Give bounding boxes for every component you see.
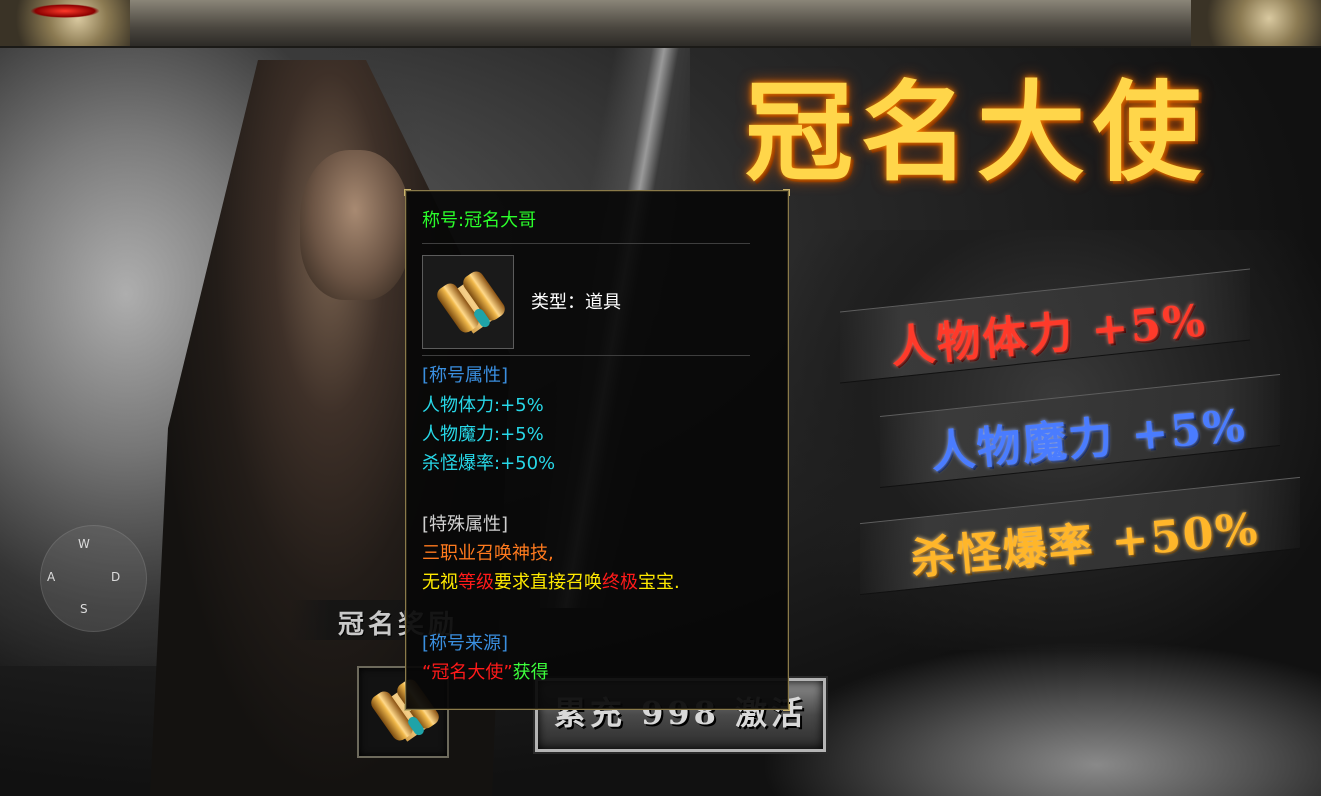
tooltip-attribute: 杀怪爆率:+50% — [422, 453, 556, 474]
tooltip-divider — [422, 355, 750, 356]
tooltip-special-line: 无视等级要求直接召唤终极宝宝. — [422, 571, 680, 595]
source-name: “冠名大使” — [422, 662, 513, 683]
source-text: 获得 — [512, 662, 549, 683]
special-highlight: 终极 — [602, 572, 638, 593]
stat-banner-text: 人物魔力 +5% — [928, 400, 1249, 479]
top-ornament-bar — [0, 0, 1321, 48]
tooltip-section-special: [特殊属性] — [422, 514, 509, 535]
virtual-joystick[interactable]: W A D S — [40, 525, 147, 632]
stat-banner-stamina: 人物体力 +5% — [840, 268, 1250, 384]
tooltip-corner — [783, 704, 790, 711]
game-screen: 冠名大使 人物体力 +5% 人物魔力 +5% 杀怪爆率 +50% W A D S… — [0, 0, 1321, 796]
stat-banner-text: 杀怪爆率 +50% — [908, 503, 1262, 586]
special-text: 宝宝. — [638, 572, 680, 593]
tooltip-attribute: 人物魔力:+5% — [422, 424, 544, 445]
tooltip-corner — [404, 189, 411, 196]
stat-banner-droprate: 杀怪爆率 +50% — [860, 476, 1300, 596]
item-tooltip: 称号:冠名大哥 类型：道具 [称号属性] 人物体力:+5% 人物魔力:+5% 杀… — [404, 189, 790, 711]
stat-banner-text: 人物体力 +5% — [888, 295, 1209, 374]
joystick-key-down[interactable]: S — [80, 602, 88, 616]
special-text: 要求直接召唤 — [494, 572, 602, 593]
tooltip-divider — [422, 243, 750, 244]
tooltip-title: 称号:冠名大哥 — [422, 210, 537, 231]
background-mist-right — [760, 640, 1321, 796]
warrior-face — [300, 150, 410, 300]
tooltip-section-source: [称号来源] — [422, 633, 509, 654]
stat-banner-mana: 人物魔力 +5% — [880, 373, 1280, 489]
dragon-corner-left-icon — [0, 0, 130, 46]
tooltip-attribute: 人物体力:+5% — [422, 395, 544, 416]
special-text: 无视 — [422, 572, 458, 593]
joystick-key-up[interactable]: W — [78, 537, 90, 551]
tooltip-item-type: 类型：道具 — [531, 292, 621, 313]
tooltip-item-icon-box — [422, 255, 514, 349]
joystick-key-left[interactable]: A — [47, 570, 55, 584]
joystick-key-right[interactable]: D — [111, 570, 120, 584]
tooltip-source-line: “冠名大使”获得 — [422, 661, 549, 685]
tooltip-corner — [404, 704, 411, 711]
event-title: 冠名大使 — [745, 70, 1210, 196]
scroll-icon — [434, 268, 508, 336]
tooltip-section-attributes: [称号属性] — [422, 365, 509, 386]
special-highlight: 等级 — [458, 572, 494, 593]
tooltip-special-line: 三职业召唤神技, — [422, 543, 554, 564]
tooltip-corner — [783, 189, 790, 196]
dragon-corner-right-icon — [1191, 0, 1321, 46]
